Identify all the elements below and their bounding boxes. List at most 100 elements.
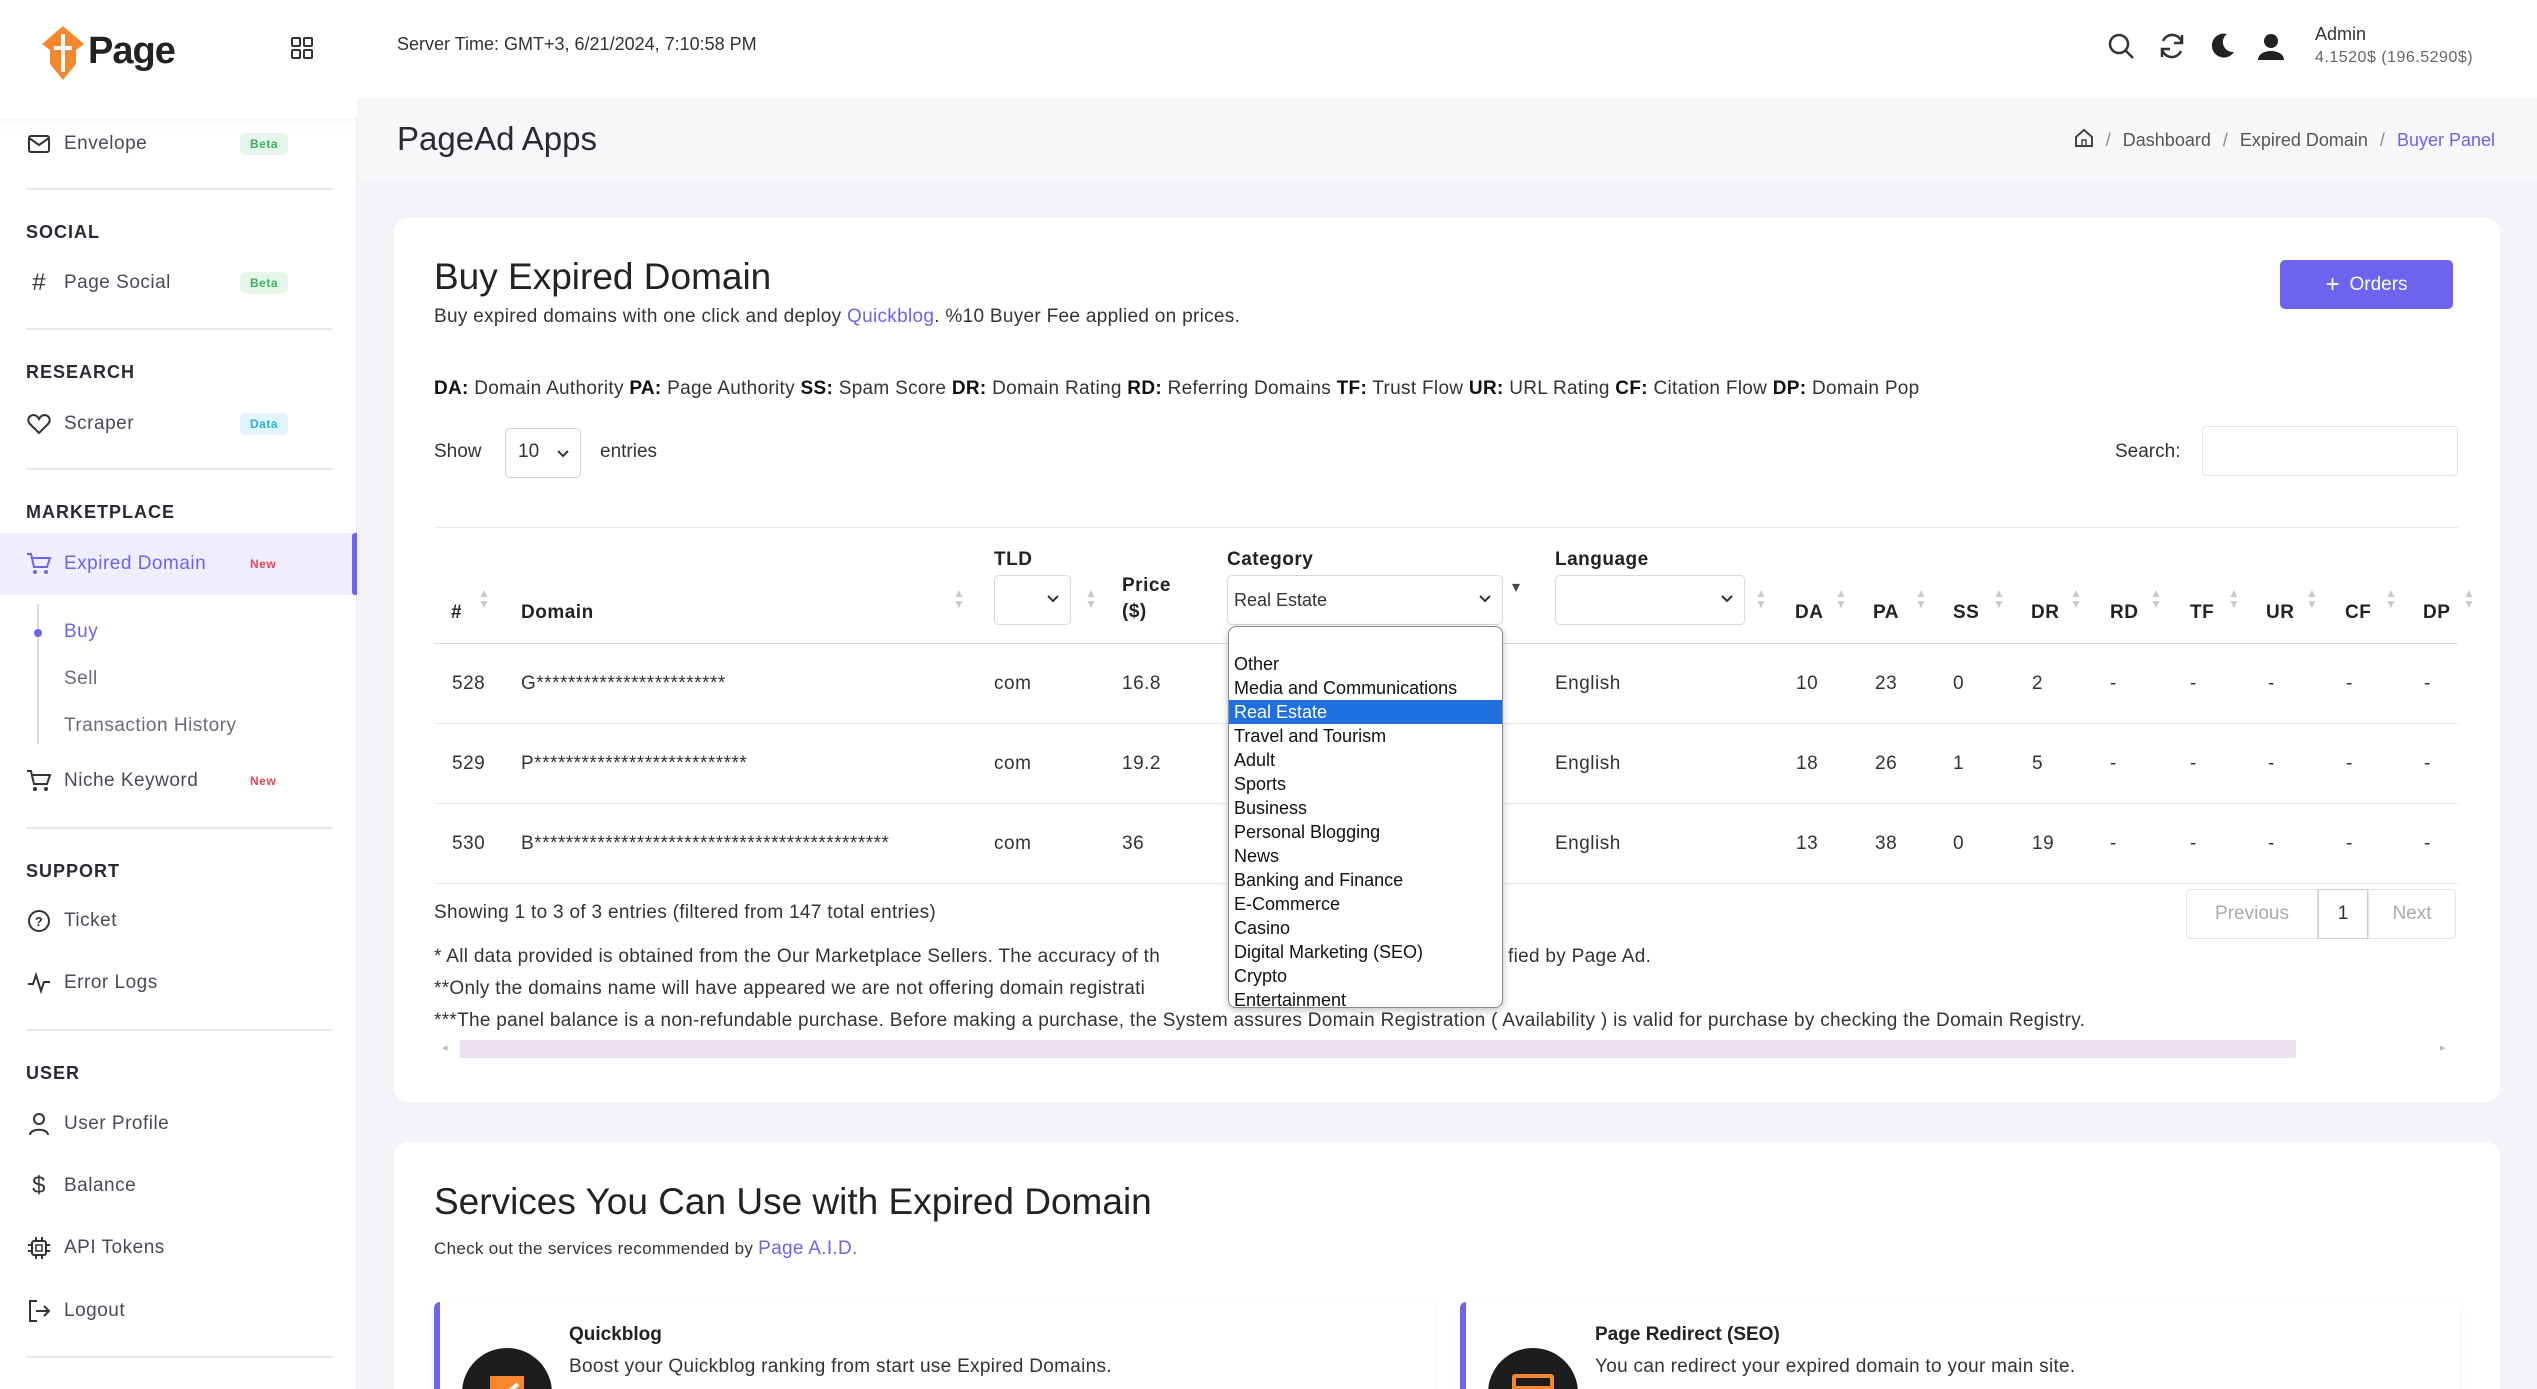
dropdown-option[interactable]: Digital Marketing (SEO)	[1229, 940, 1502, 964]
page-1-button[interactable]: 1	[2318, 889, 2368, 939]
horizontal-scrollbar[interactable]	[460, 1040, 2296, 1058]
dropdown-option[interactable]: Adult	[1229, 748, 1502, 772]
col-header-rd[interactable]: RD	[2110, 602, 2138, 624]
sidebar-item-ticket[interactable]: ? Ticket	[0, 892, 357, 950]
service-card-quickblog[interactable]: Quickblog Boost your Quickblog ranking f…	[434, 1302, 1434, 1389]
col-header-tld[interactable]: TLD	[994, 549, 1032, 571]
dropdown-option[interactable]: Entertainment	[1229, 988, 1502, 1007]
submenu-transaction-history[interactable]: Transaction History	[64, 715, 236, 737]
previous-button[interactable]: Previous	[2186, 889, 2318, 939]
sidebar-item-expired-domain[interactable]: Expired Domain New	[0, 533, 357, 595]
sidebar-item-scraper[interactable]: Scraper Data	[0, 395, 357, 453]
legend-abbr: PA:	[629, 378, 662, 399]
breadcrumb-dashboard[interactable]: Dashboard	[2123, 130, 2211, 151]
refresh-icon[interactable]	[2156, 30, 2188, 62]
section-heading-support: SUPPORT	[26, 861, 121, 881]
tld-filter-select[interactable]	[994, 575, 1071, 625]
sidebar-item-niche-keyword[interactable]: Niche Keyword New	[0, 752, 357, 810]
breadcrumb-expired-domain[interactable]: Expired Domain	[2240, 130, 2368, 151]
cell-rd: -	[2110, 833, 2117, 854]
sidebar-item-api-tokens[interactable]: API Tokens	[0, 1219, 357, 1277]
col-header-ur[interactable]: UR	[2266, 602, 2294, 624]
dropdown-option[interactable]: E-Commerce	[1229, 892, 1502, 916]
sort-icon[interactable]: ▲ ▼	[2306, 587, 2318, 610]
dropdown-option[interactable]: Media and Communications	[1229, 676, 1502, 700]
search-input[interactable]	[2202, 426, 2458, 476]
divider	[26, 188, 332, 190]
page-aid-link[interactable]: Page A.I.D.	[758, 1238, 857, 1259]
dropdown-option[interactable]: Casino	[1229, 916, 1502, 940]
sort-icon[interactable]: ▲ ▼	[953, 587, 965, 610]
col-header-category[interactable]: Category	[1227, 549, 1313, 571]
col-header-dr[interactable]: DR	[2031, 602, 2059, 624]
sort-icon[interactable]: ▾	[1512, 580, 1520, 596]
col-header-domain[interactable]: Domain	[521, 602, 594, 624]
dropdown-option[interactable]: Banking and Finance	[1229, 868, 1502, 892]
dropdown-option[interactable]: Crypto	[1229, 964, 1502, 988]
sidebar-item-label: Envelope	[64, 133, 148, 154]
submenu-sell[interactable]: Sell	[64, 668, 98, 690]
section-heading-research: RESEARCH	[26, 362, 136, 382]
sort-icon[interactable]: ▲ ▼	[2463, 587, 2475, 610]
avatar-icon[interactable]	[2255, 30, 2287, 62]
home-icon[interactable]	[2074, 128, 2094, 153]
dropdown-option[interactable]: Travel and Tourism	[1229, 724, 1502, 748]
dollar-icon: $	[32, 1172, 46, 1199]
redirect-logo-icon	[1488, 1348, 1578, 1389]
sort-icon[interactable]: ▲ ▼	[2070, 587, 2082, 610]
sort-icon[interactable]: ▲ ▼	[1915, 587, 1927, 610]
col-header-pa[interactable]: PA	[1873, 602, 1899, 624]
sort-icon[interactable]: ▲ ▼	[1755, 587, 1767, 610]
scroll-left-icon[interactable]: ◂	[442, 1041, 448, 1054]
plus-icon: +	[2325, 270, 2340, 298]
submenu-buy[interactable]: Buy	[64, 621, 98, 643]
language-filter-select[interactable]	[1555, 575, 1745, 625]
col-header-price[interactable]: Price ($)	[1122, 573, 1184, 625]
col-header-cf[interactable]: CF	[2345, 602, 2371, 624]
user-name[interactable]: Admin	[2315, 24, 2495, 45]
sort-icon[interactable]: ▲ ▼	[478, 587, 490, 610]
orders-button[interactable]: + Orders	[2280, 260, 2453, 309]
sort-icon[interactable]: ▲ ▼	[2150, 587, 2162, 610]
col-header-language[interactable]: Language	[1555, 549, 1649, 571]
category-filter-select[interactable]: Real Estate	[1227, 575, 1503, 625]
dropdown-option-selected[interactable]: Real Estate	[1229, 700, 1502, 724]
subtitle-text: Check out the services recommended by	[434, 1239, 759, 1258]
dark-mode-icon[interactable]	[2207, 30, 2239, 62]
dropdown-option[interactable]: News	[1229, 844, 1502, 868]
section-heading-user: USER	[26, 1063, 81, 1083]
entries-per-page-select[interactable]: 10	[505, 428, 581, 478]
dropdown-option[interactable]: Personal Blogging	[1229, 820, 1502, 844]
dropdown-option[interactable]: Business	[1229, 796, 1502, 820]
service-card-page-redirect[interactable]: Page Redirect (SEO) You can redirect you…	[1460, 1302, 2460, 1389]
sort-icon[interactable]: ▲ ▼	[1993, 587, 2005, 610]
sidebar-item-user-profile[interactable]: User Profile	[0, 1095, 357, 1153]
dropdown-option[interactable]: Sports	[1229, 772, 1502, 796]
brand-name[interactable]: Page	[88, 30, 176, 73]
sort-icon[interactable]: ▲ ▼	[2385, 587, 2397, 610]
sort-icon[interactable]: ▲ ▼	[1835, 587, 1847, 610]
scroll-right-icon[interactable]: ▸	[2440, 1041, 2446, 1054]
sidebar-item-page-social[interactable]: # Page Social Beta	[0, 254, 357, 312]
col-header-da[interactable]: DA	[1795, 602, 1823, 624]
sort-icon[interactable]: ▲ ▼	[2228, 587, 2240, 610]
page-logo-icon[interactable]	[40, 24, 86, 82]
col-header-dp[interactable]: DP	[2423, 602, 2450, 624]
sort-icon[interactable]: ▲ ▼	[1085, 587, 1097, 610]
cell-dp: -	[2424, 753, 2431, 774]
category-dropdown-list[interactable]: Other Media and Communications Real Esta…	[1228, 626, 1503, 1008]
dropdown-option[interactable]: Other	[1229, 652, 1502, 676]
apps-grid-icon[interactable]	[290, 36, 314, 60]
col-header-index[interactable]: #	[451, 602, 462, 624]
col-header-tf[interactable]: TF	[2190, 602, 2214, 624]
sidebar-item-envelope[interactable]: Envelope Beta	[0, 115, 357, 173]
sidebar-item-error-logs[interactable]: Error Logs	[0, 954, 357, 1012]
metrics-legend: DA: Domain Authority PA: Page Authority …	[434, 378, 1920, 400]
search-icon[interactable]	[2105, 30, 2137, 62]
sidebar-item-label: Niche Keyword	[64, 770, 199, 791]
sidebar-item-logout[interactable]: Logout	[0, 1282, 357, 1340]
col-header-ss[interactable]: SS	[1953, 602, 1979, 624]
next-button[interactable]: Next	[2368, 889, 2456, 939]
sidebar-item-balance[interactable]: $ Balance	[0, 1157, 357, 1215]
quickblog-link[interactable]: Quickblog	[847, 306, 934, 327]
